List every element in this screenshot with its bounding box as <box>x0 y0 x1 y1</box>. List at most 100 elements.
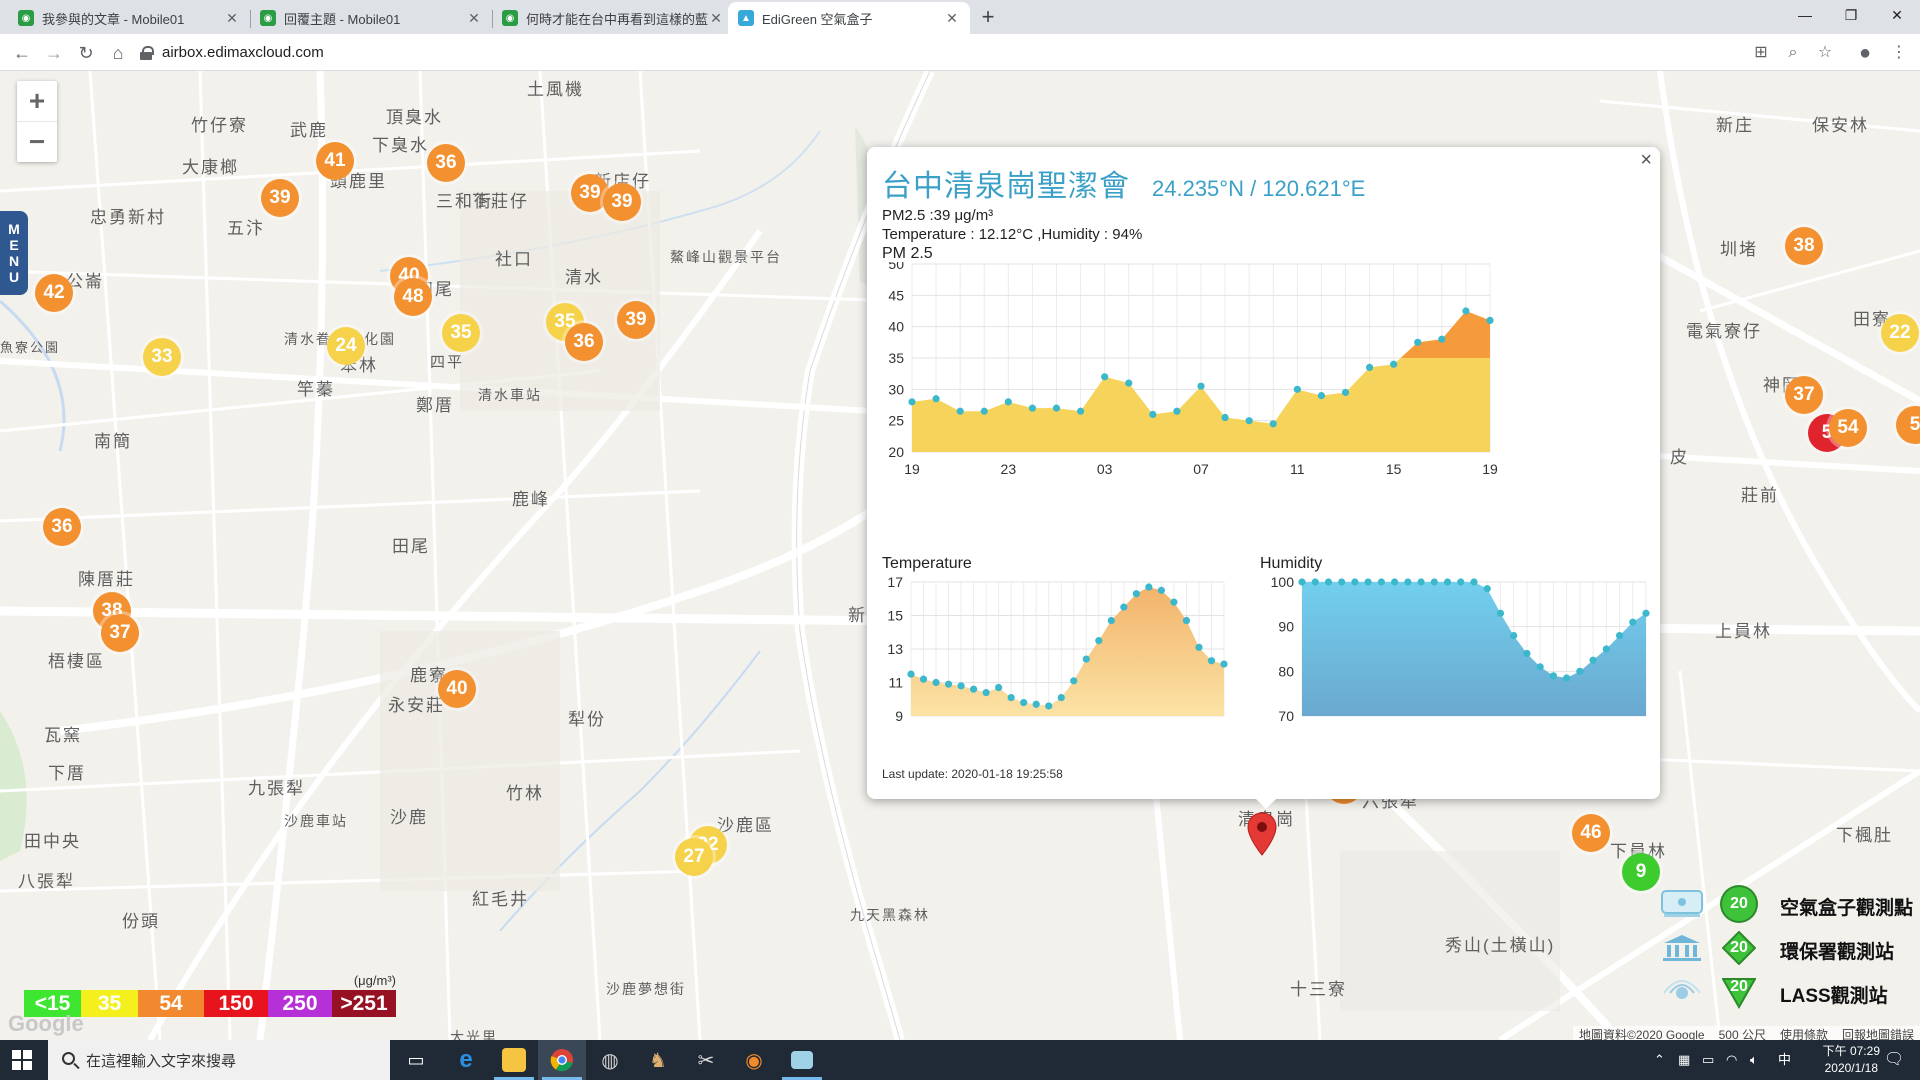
data-point <box>1391 578 1399 586</box>
zoom-out-button[interactable]: − <box>17 121 57 161</box>
place-label: 竿蓁 <box>297 380 335 399</box>
battery-icon[interactable]: ▭ <box>1702 1040 1714 1080</box>
tab-edigreen[interactable]: ▲ EdiGreen 空氣盒子 ✕ <box>728 2 970 34</box>
windows-start-icon[interactable] <box>12 1050 32 1070</box>
ime-indicator[interactable]: 中 <box>1778 1040 1791 1080</box>
data-point <box>1020 699 1028 707</box>
data-point <box>1070 677 1078 685</box>
government-building-icon <box>1663 935 1701 961</box>
aq-marker[interactable]: 24 <box>327 327 365 365</box>
minimize-button[interactable]: — <box>1782 0 1828 30</box>
taskbar-search-box[interactable]: 在這裡輸入文字來搜尋 <box>48 1040 390 1080</box>
tab-mobile01-reply[interactable]: ◉ 回覆主題 - Mobile01 ✕ <box>250 2 492 34</box>
data-point <box>1245 417 1253 425</box>
tab-bluesky[interactable]: ◉ 何時才能在台中再看到這樣的藍天 ✕ <box>492 2 734 34</box>
y-tick-label: 13 <box>887 641 903 657</box>
aq-marker[interactable]: 37 <box>1785 376 1823 414</box>
volume-icon[interactable]: 🔈︎ <box>1750 1040 1758 1080</box>
network-icon[interactable]: ▦ <box>1678 1040 1690 1080</box>
place-label: 永安莊 <box>388 696 445 715</box>
x-tick-label: 07 <box>1193 461 1209 477</box>
place-label: 九張犁 <box>248 779 305 798</box>
translate-icon[interactable]: ⊞ <box>1748 40 1774 66</box>
data-point <box>1157 586 1165 594</box>
tab-close-icon[interactable]: ✕ <box>708 10 724 27</box>
place-label: 電氣寮仔 <box>1686 322 1762 341</box>
compass-app-icon[interactable]: ◍ <box>586 1040 634 1080</box>
data-point <box>1107 616 1115 625</box>
aq-marker[interactable]: 54 <box>1829 409 1867 447</box>
legend-segment: 250 <box>268 990 332 1017</box>
aq-marker[interactable]: 33 <box>143 338 181 376</box>
aq-marker[interactable]: 36 <box>43 508 81 546</box>
address-bar[interactable]: airbox.edimaxcloud.com <box>140 38 1760 67</box>
aq-marker[interactable]: 36 <box>565 323 603 361</box>
data-point <box>1576 667 1584 675</box>
terms-link[interactable]: 使用條款 <box>1780 1026 1828 1040</box>
aq-marker[interactable]: 39 <box>261 179 299 217</box>
zoom-in-button[interactable]: + <box>17 81 57 121</box>
animal-app-icon[interactable]: ♞ <box>634 1040 682 1080</box>
back-arrow-icon[interactable]: ← <box>8 39 36 67</box>
forward-arrow-icon[interactable]: → <box>40 39 68 67</box>
chrome-icon[interactable] <box>538 1040 586 1080</box>
aq-marker[interactable]: 22 <box>1881 314 1919 352</box>
mobile01-favicon-icon: ◉ <box>18 10 34 26</box>
y-tick-label: 35 <box>888 350 904 366</box>
aq-marker[interactable]: 27 <box>675 838 713 876</box>
series-area <box>911 587 1224 716</box>
bookmark-star-icon[interactable]: ☆ <box>1812 40 1838 66</box>
profile-avatar-icon[interactable]: ● <box>1852 40 1878 66</box>
aq-marker[interactable]: 42 <box>35 274 73 312</box>
close-window-button[interactable]: ✕ <box>1874 0 1920 30</box>
place-label: 魚寮公園 <box>0 340 61 355</box>
menu-button[interactable]: M E N U <box>0 211 28 295</box>
aq-marker[interactable]: 39 <box>603 183 641 221</box>
popup-close-button[interactable]: × <box>1640 149 1652 172</box>
tab-mobile01-articles[interactable]: ◉ 我參與的文章 - Mobile01 ✕ <box>8 2 250 34</box>
zoom-magnifier-icon[interactable]: ⌕ <box>1780 40 1806 66</box>
aq-marker[interactable]: 38 <box>1785 227 1823 265</box>
edge-browser-icon[interactable]: e <box>442 1040 490 1080</box>
legend-segment: 35 <box>81 990 138 1017</box>
aq-marker[interactable]: 46 <box>1572 814 1610 852</box>
home-icon[interactable]: ⌂ <box>104 39 132 67</box>
wifi-icon[interactable]: ◠ <box>1726 1040 1737 1080</box>
snipping-tool-icon[interactable]: ✂ <box>682 1040 730 1080</box>
aq-marker[interactable]: 39 <box>617 301 655 339</box>
blender-icon[interactable]: ◉ <box>730 1040 778 1080</box>
data-point <box>1004 398 1012 406</box>
data-point <box>982 688 990 697</box>
system-clock[interactable]: 下午 07:29 2020/1/18 <box>1823 1043 1880 1077</box>
show-hidden-icons[interactable]: ⌃ <box>1654 1040 1665 1080</box>
data-point <box>995 683 1003 692</box>
aq-marker[interactable]: 41 <box>316 142 354 180</box>
url-text: airbox.edimaxcloud.com <box>162 44 324 61</box>
aq-marker[interactable]: 36 <box>427 144 465 182</box>
task-view-icon[interactable]: ▭ <box>392 1040 440 1080</box>
tab-close-icon[interactable]: ✕ <box>466 10 482 27</box>
location-pin-icon[interactable] <box>1247 812 1277 856</box>
lock-icon[interactable] <box>140 45 154 60</box>
reload-icon[interactable]: ↻ <box>72 39 100 67</box>
data-point <box>1470 578 1478 586</box>
tab-close-icon[interactable]: ✕ <box>224 10 240 27</box>
aq-marker[interactable]: 37 <box>101 614 139 652</box>
tab-close-icon[interactable]: ✕ <box>944 10 960 27</box>
data-point <box>1028 404 1037 412</box>
notification-icon[interactable]: 🗨︎ <box>1884 1040 1904 1080</box>
station-title: 台中清泉崗聖潔會 24.235°N / 120.621°E <box>882 161 1365 205</box>
place-label: 瓦窯 <box>44 726 82 745</box>
file-explorer-icon[interactable] <box>490 1040 538 1080</box>
y-tick-label: 20 <box>888 444 904 460</box>
aq-marker[interactable]: 48 <box>394 278 432 316</box>
new-tab-button[interactable]: + <box>974 2 1002 32</box>
report-error-link[interactable]: 回報地圖錯誤 <box>1842 1026 1914 1040</box>
aq-marker[interactable]: 35 <box>442 314 480 352</box>
restore-button[interactable]: ❐ <box>1828 0 1874 30</box>
more-menu-icon[interactable]: ⋮ <box>1886 40 1912 66</box>
x-tick-label: 19 <box>904 461 920 477</box>
airbox-app-icon[interactable] <box>778 1040 826 1080</box>
map-data-credit: 地圖資料©2020 Google <box>1579 1028 1705 1040</box>
aq-marker[interactable]: 40 <box>438 670 476 708</box>
